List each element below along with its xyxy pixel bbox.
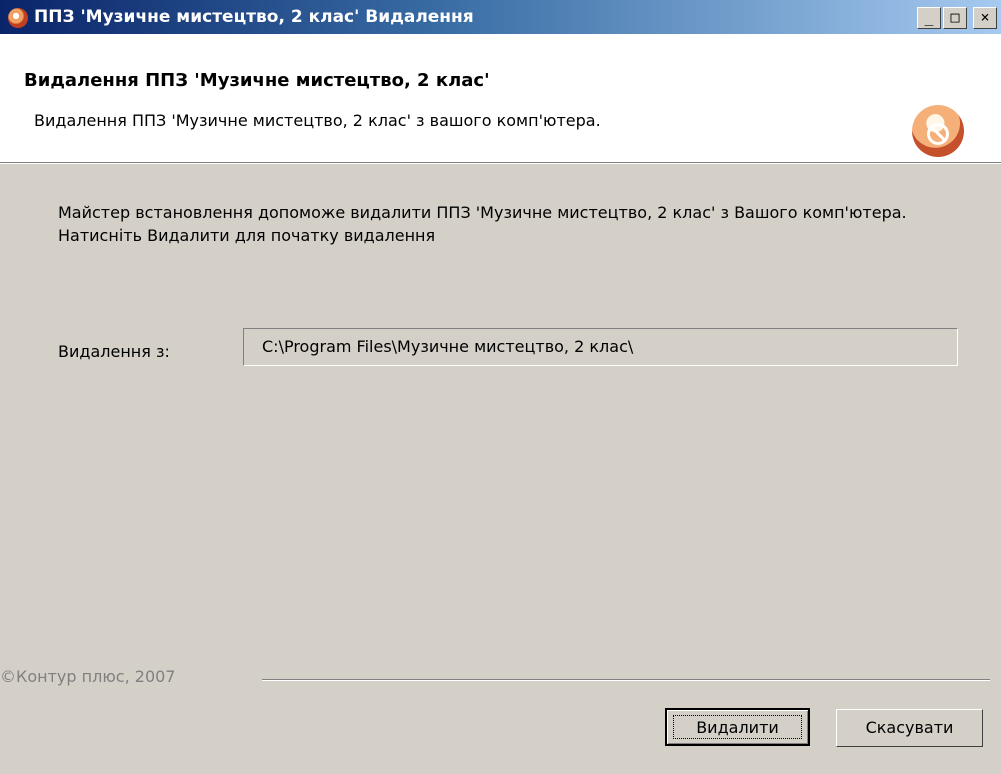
cancel-button[interactable]: Скасувати: [836, 709, 983, 747]
minimize-button[interactable]: _: [917, 7, 941, 29]
maximize-button[interactable]: □: [943, 7, 967, 29]
install-path-field: C:\Program Files\Музичне мистецтво, 2 кл…: [243, 328, 958, 366]
title-bar[interactable]: ППЗ 'Музичне мистецтво, 2 клас' Видаленн…: [0, 0, 1001, 34]
copyright-text: ©Контур плюс, 2007: [0, 667, 180, 686]
description-text: Майстер встановлення допоможе видалити П…: [58, 203, 907, 245]
header-divider: [0, 162, 1001, 164]
header-title: Видалення ППЗ 'Музичне мистецтво, 2 клас…: [24, 70, 490, 91]
window-title: ППЗ 'Музичне мистецтво, 2 клас' Видаленн…: [34, 7, 474, 27]
uninstall-disc-icon: [912, 105, 964, 157]
no-sign-icon: [927, 123, 949, 145]
wizard-header: Видалення ППЗ 'Музичне мистецтво, 2 клас…: [0, 34, 1001, 162]
remove-button[interactable]: Видалити: [665, 708, 810, 746]
footer-divider: [262, 679, 990, 681]
close-button[interactable]: ×: [973, 7, 997, 29]
header-subtitle: Видалення ППЗ 'Музичне мистецтво, 2 клас…: [34, 111, 601, 130]
app-icon[interactable]: [8, 8, 28, 28]
remove-from-label: Видалення з:: [58, 342, 170, 361]
remove-button-label: Видалити: [696, 718, 779, 737]
